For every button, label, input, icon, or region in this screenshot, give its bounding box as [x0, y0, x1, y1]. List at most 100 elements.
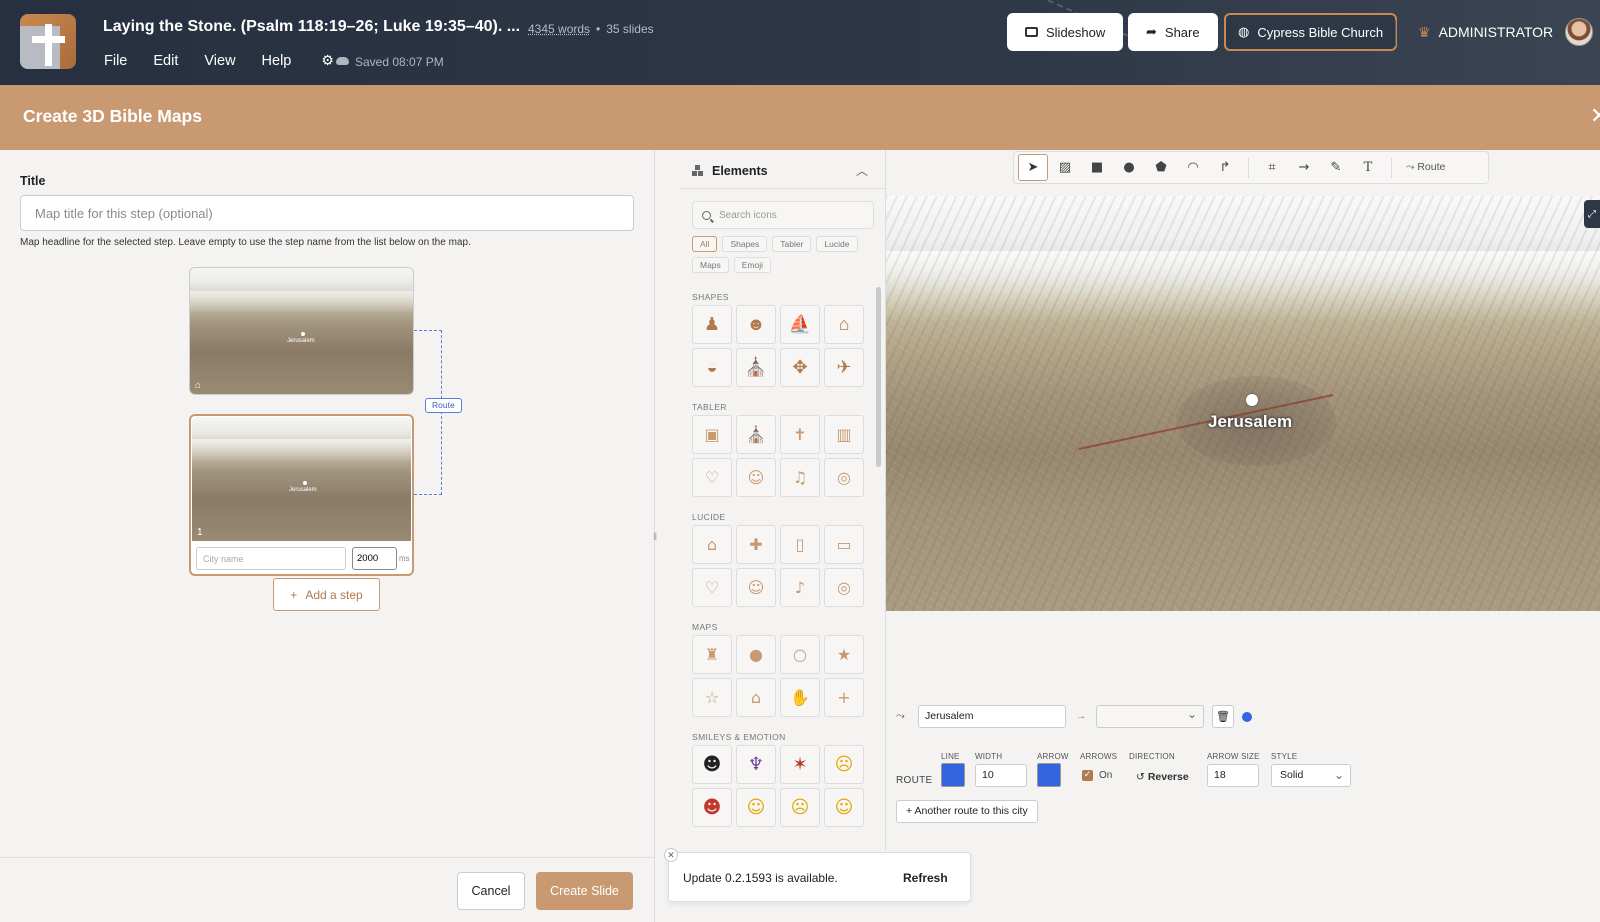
- star-outline-icon[interactable]: ☆: [692, 678, 732, 717]
- menu-help[interactable]: Help: [262, 53, 292, 69]
- another-route-button[interactable]: + Another route to this city: [896, 800, 1038, 823]
- create-slide-button[interactable]: Create Slide: [536, 872, 633, 910]
- music-icon[interactable]: ♫: [780, 458, 820, 497]
- close-icon[interactable]: ✕: [664, 848, 678, 862]
- church-icon[interactable]: ⌂: [692, 525, 732, 564]
- devil-icon[interactable]: ☻: [692, 788, 732, 827]
- icon-search-input[interactable]: Search icons: [692, 201, 874, 229]
- filter-maps[interactable]: Maps: [692, 257, 729, 273]
- person-icon[interactable]: ♟: [692, 305, 732, 344]
- fullscreen-icon[interactable]: ⤢: [1584, 200, 1600, 228]
- anxious-face-icon[interactable]: ☺: [736, 788, 776, 827]
- route-tool-button[interactable]: ⤳ Route: [1406, 161, 1445, 174]
- crop-icon[interactable]: ⌗: [1257, 154, 1287, 181]
- circle-icon[interactable]: ●: [1114, 154, 1144, 181]
- avatar[interactable]: [1565, 18, 1593, 46]
- building-icon[interactable]: ⌂: [736, 678, 776, 717]
- heart-icon[interactable]: ♡: [692, 458, 732, 497]
- menu-edit[interactable]: Edit: [153, 53, 178, 69]
- menu-file[interactable]: File: [104, 53, 127, 69]
- gear-icon[interactable]: ⚙: [321, 52, 334, 69]
- city-marker[interactable]: [1246, 394, 1258, 406]
- worried-face-icon[interactable]: ☹: [780, 788, 820, 827]
- route-destination-select[interactable]: [1096, 705, 1204, 728]
- map-title-input[interactable]: [20, 195, 634, 231]
- map-pin-icon[interactable]: ◎: [824, 458, 864, 497]
- city-icon[interactable]: ♜: [692, 635, 732, 674]
- cross-icon[interactable]: ✚: [736, 525, 776, 564]
- filter-shapes[interactable]: Shapes: [722, 236, 768, 252]
- filter-all[interactable]: All: [692, 236, 718, 252]
- heart-icon[interactable]: ♡: [692, 568, 732, 607]
- plus-icon[interactable]: +: [824, 678, 864, 717]
- cancel-button[interactable]: Cancel: [457, 872, 525, 910]
- house-icon[interactable]: ⌂: [824, 305, 864, 344]
- pentagon-icon[interactable]: ⬟: [1146, 154, 1176, 181]
- panel-resize-handle[interactable]: ‖: [653, 532, 657, 543]
- menu-view[interactable]: View: [204, 53, 235, 69]
- dove-icon[interactable]: ✈: [824, 348, 864, 387]
- map-3d-view[interactable]: Jerusalem: [886, 196, 1600, 611]
- text-icon[interactable]: T: [1353, 154, 1383, 181]
- arrow-size-input[interactable]: 18: [1207, 764, 1259, 787]
- scrollbar[interactable]: [876, 287, 881, 467]
- arrow-color-swatch[interactable]: [1037, 763, 1061, 787]
- pin-outline-icon[interactable]: ○: [780, 635, 820, 674]
- book-open-icon[interactable]: ▯: [780, 525, 820, 564]
- city-name-input[interactable]: [196, 547, 346, 570]
- alien-icon[interactable]: ☻: [692, 745, 732, 784]
- cross-grid-icon[interactable]: ✥: [780, 348, 820, 387]
- users-icon[interactable]: ☺: [736, 568, 776, 607]
- hushed-face-icon[interactable]: ☺: [824, 788, 864, 827]
- boat-icon[interactable]: ⛵: [780, 305, 820, 344]
- arrows-checkbox[interactable]: ✓ On: [1082, 770, 1112, 781]
- monkey-icon[interactable]: ☻: [736, 305, 776, 344]
- pointer-icon[interactable]: ➤: [1018, 154, 1048, 181]
- church-button[interactable]: ◍ Cypress Bible Church: [1224, 13, 1398, 51]
- chevron-up-icon[interactable]: ︿: [856, 162, 868, 179]
- alien-monster-icon[interactable]: ♆: [736, 745, 776, 784]
- music-icon[interactable]: ♪: [780, 568, 820, 607]
- book-icon[interactable]: ▥: [824, 415, 864, 454]
- delete-route-button[interactable]: 🗑: [1212, 705, 1234, 728]
- arc-icon[interactable]: ◠: [1178, 154, 1208, 181]
- app-logo[interactable]: [20, 14, 76, 69]
- step-card[interactable]: Jerusalem 1 ms: [189, 414, 414, 576]
- users-icon[interactable]: ☺: [736, 458, 776, 497]
- duration-input[interactable]: [352, 547, 397, 570]
- filter-lucide[interactable]: Lucide: [816, 236, 858, 252]
- cat-icon[interactable]: ◒: [692, 348, 732, 387]
- thumbs-up-icon[interactable]: ✋: [780, 678, 820, 717]
- document-title[interactable]: Laying the Stone. (Psalm 118:19–26; Luke…: [103, 18, 520, 36]
- add-step-button[interactable]: + Add a step: [273, 578, 380, 611]
- rectangle-icon[interactable]: ■: [1082, 154, 1112, 181]
- confused-face-icon[interactable]: ☹: [824, 745, 864, 784]
- filter-tabler[interactable]: Tabler: [772, 236, 812, 252]
- route-chip[interactable]: Route: [425, 398, 462, 413]
- user-role[interactable]: ♛ ADMINISTRATOR: [1418, 24, 1553, 41]
- map-pin-icon[interactable]: ◎: [824, 568, 864, 607]
- width-input[interactable]: 10: [975, 764, 1027, 787]
- close-icon[interactable]: ✕: [1590, 103, 1600, 129]
- bible-icon[interactable]: ▣: [692, 415, 732, 454]
- slideshow-button[interactable]: Slideshow: [1007, 13, 1124, 51]
- pencil-icon[interactable]: ✎: [1321, 154, 1351, 181]
- line-color-swatch[interactable]: [941, 763, 965, 787]
- star-icon[interactable]: ★: [824, 635, 864, 674]
- city-label[interactable]: Jerusalem: [1208, 412, 1292, 432]
- pin-icon[interactable]: ●: [736, 635, 776, 674]
- step-thumbnail[interactable]: Jerusalem 1: [192, 417, 411, 541]
- home-step-thumbnail[interactable]: Jerusalem ⌂: [189, 267, 414, 395]
- connector-icon[interactable]: ↱: [1210, 154, 1240, 181]
- refresh-button[interactable]: Refresh: [903, 871, 948, 885]
- arrow-icon[interactable]: →: [1289, 154, 1319, 181]
- image-icon[interactable]: ▨: [1050, 154, 1080, 181]
- reverse-button[interactable]: ↺ Reverse: [1136, 771, 1189, 783]
- share-button[interactable]: ➦ Share: [1128, 13, 1218, 51]
- cross-icon[interactable]: ✝: [780, 415, 820, 454]
- filter-emoji[interactable]: Emoji: [733, 257, 772, 273]
- route-origin-field[interactable]: Jerusalem: [918, 705, 1066, 728]
- elements-header[interactable]: Elements: [692, 164, 768, 178]
- church-icon[interactable]: ⛪: [736, 415, 776, 454]
- book-icon[interactable]: ▭: [824, 525, 864, 564]
